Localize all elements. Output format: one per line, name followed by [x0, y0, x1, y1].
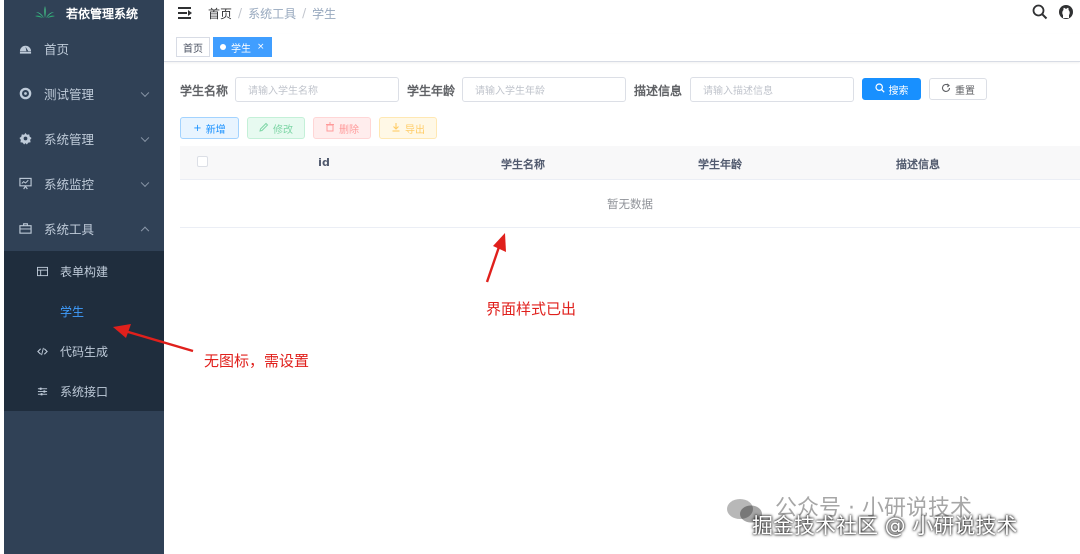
- watermark-juejin: 掘金技术社区 @ 小研说技术: [752, 514, 1018, 538]
- annotation-arrows: [113, 233, 506, 353]
- annotation-icon-note: 无图标，需设置: [204, 352, 310, 370]
- arrow-up-annotation: [485, 233, 506, 283]
- arrow-left-annotation: [113, 324, 194, 353]
- app-root: 若依管理系统 首页 测试管理 系统管理 系统监控 系统工具 表单构建 学生 代码…: [0, 0, 1080, 554]
- annotation-style-note: 界面样式已出: [486, 300, 577, 318]
